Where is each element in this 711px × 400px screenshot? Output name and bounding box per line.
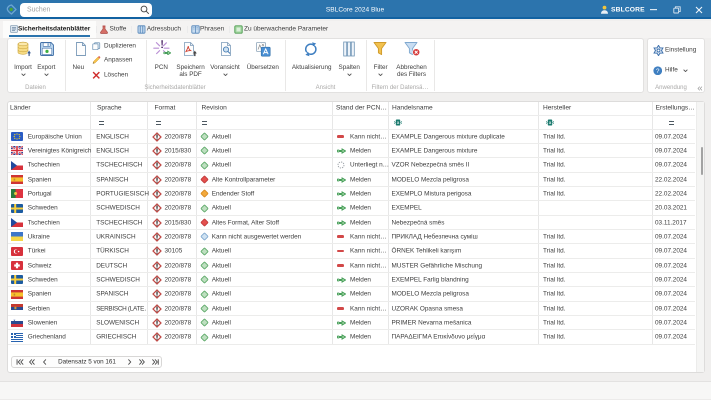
svg-text:?: ? — [656, 67, 660, 74]
